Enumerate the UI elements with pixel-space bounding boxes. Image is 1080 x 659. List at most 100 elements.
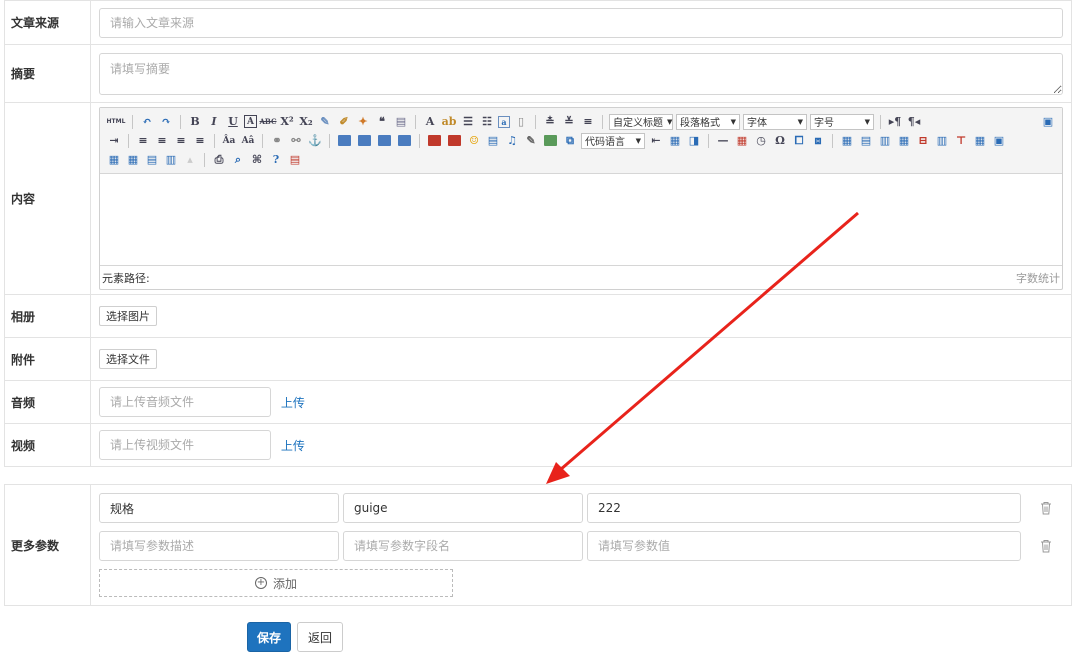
template-icon[interactable]: ▦ [667,133,683,149]
align-right-icon[interactable]: ≡ [173,133,189,149]
paste-plain-icon[interactable]: ▤ [393,114,409,130]
preview-icon[interactable]: ⌕ [230,152,246,168]
param-desc-input[interactable] [99,531,339,561]
insert-col-icon[interactable]: ▥ [934,133,950,149]
delete-table-icon[interactable]: ▤ [858,133,874,149]
help-icon[interactable]: ? [268,152,284,168]
paragraph-format-select[interactable]: 段落格式 ▼ [676,113,740,130]
drafts-icon[interactable]: ▤ [287,152,303,168]
html-source-icon[interactable]: HTML [106,114,126,130]
row-spacing-bottom-icon[interactable]: ≚ [561,114,577,130]
param-value-input[interactable] [587,493,1021,523]
param-field-input[interactable] [343,531,583,561]
scrawl-icon[interactable]: ⧈ [810,133,826,149]
unlink-icon[interactable]: ⚯ [288,133,304,149]
date-icon[interactable]: ▦ [734,133,750,149]
split-to-cols-icon[interactable]: ▥ [163,152,179,168]
undo-icon[interactable]: ↶ [139,114,155,130]
split-to-rows-icon[interactable]: ▤ [144,152,160,168]
audio-upload-link[interactable]: 上传 [281,396,305,410]
charts-icon[interactable]: ▴ [182,152,198,168]
font-family-select[interactable]: 字体 ▼ [743,113,807,130]
summary-textarea[interactable] [99,52,1063,95]
merge-down-icon[interactable]: ▦ [106,152,122,168]
superscript-icon[interactable]: X² [279,114,295,130]
emotion-icon[interactable]: ☺ [466,133,482,149]
add-param-button[interactable]: + 添加 [99,569,453,597]
blockquote-icon[interactable]: ❝ [374,114,390,130]
insert-row-icon[interactable]: ▦ [896,133,912,149]
delete-col-icon[interactable]: ⊤ [953,133,969,149]
delete-row-icon[interactable]: ⊟ [915,133,931,149]
select-image-button[interactable]: 选择图片 [99,306,157,326]
image-left-icon[interactable] [358,135,371,146]
horizontal-rule-icon[interactable]: — [715,133,731,149]
ltr-icon[interactable]: ▸¶ [887,114,903,130]
auto-format-icon[interactable]: ✦ [355,114,371,130]
back-button[interactable]: 返回 [297,622,343,652]
video-input[interactable] [99,430,271,460]
map-icon[interactable] [544,135,557,146]
ordered-list-icon[interactable]: ☰ [460,114,476,130]
merge-cells-icon[interactable]: ▦ [972,133,988,149]
wordimage-icon[interactable]: ⧠ [791,133,807,149]
select-all-icon[interactable]: a [498,115,510,128]
time-icon[interactable]: ◷ [753,133,769,149]
anchor-icon[interactable]: ⚓ [307,133,323,149]
image-none-icon[interactable] [338,135,351,146]
trash-icon[interactable] [1031,539,1061,553]
font-border-icon[interactable]: A [244,115,257,128]
param-field-input[interactable] [343,493,583,523]
image-right-icon[interactable] [378,135,391,146]
merge-right-icon[interactable]: ▣ [991,133,1007,149]
align-center-icon[interactable]: ≡ [154,133,170,149]
param-value-input[interactable] [587,531,1021,561]
insert-image-icon[interactable] [448,135,461,146]
strikethrough-icon[interactable]: ABC [259,114,276,130]
page-break-icon[interactable]: ⇤ [648,133,664,149]
insert-table-icon[interactable]: ▦ [839,133,855,149]
format-brush-icon[interactable]: ✐ [336,114,352,130]
italic-icon[interactable]: I [206,114,222,130]
music-icon[interactable]: ♫ [504,133,520,149]
font-color-icon[interactable]: A [422,114,438,130]
background-icon[interactable]: ◨ [686,133,702,149]
subscript-icon[interactable]: X₂ [298,114,314,130]
video-upload-link[interactable]: 上传 [281,439,305,453]
uppercase-icon[interactable]: Âa [221,133,237,149]
param-desc-input[interactable] [99,493,339,523]
eraser-icon[interactable]: ✎ [317,114,333,130]
redo-icon[interactable]: ↷ [158,114,174,130]
underline-icon[interactable]: U [225,114,241,130]
custom-title-select[interactable]: 自定义标题 ▼ [609,113,673,130]
clear-doc-icon[interactable]: ▯ [513,114,529,130]
fullscreen-icon[interactable]: ▣ [1040,114,1056,130]
lowercase-icon[interactable]: Aâ [240,133,256,149]
trash-icon[interactable] [1031,501,1061,515]
source-input[interactable] [99,7,1063,38]
insert-paragraph-before-table-icon[interactable]: ▥ [877,133,893,149]
highlight-color-icon[interactable]: ab [441,114,457,130]
search-replace-icon[interactable]: ⌘ [249,152,265,168]
align-left-icon[interactable]: ≡ [135,133,151,149]
split-to-cells-icon[interactable]: ▦ [125,152,141,168]
special-chars-icon[interactable]: Ω [772,133,788,149]
align-justify-icon[interactable]: ≡ [192,133,208,149]
image-center-icon[interactable] [398,135,411,146]
editor-content-area[interactable] [100,174,1062,264]
bold-icon[interactable]: B [187,114,203,130]
select-file-button[interactable]: 选择文件 [99,349,157,369]
line-height-icon[interactable]: ≡ [580,114,596,130]
save-button[interactable]: 保存 [247,622,291,652]
font-size-select[interactable]: 字号 ▼ [810,113,874,130]
indent-icon[interactable]: ⇥ [106,133,122,149]
rtl-icon[interactable]: ¶◂ [906,114,922,130]
link-icon[interactable]: ⚭ [269,133,285,149]
code-language-select[interactable]: 代码语言 ▼ [581,132,645,149]
attachment-icon[interactable]: ✎ [523,133,539,149]
print-icon[interactable]: ⎙ [211,152,227,168]
row-spacing-top-icon[interactable]: ≛ [542,114,558,130]
simple-upload-icon[interactable] [428,135,441,146]
insert-video-icon[interactable]: ▤ [485,133,501,149]
audio-input[interactable] [99,387,271,417]
